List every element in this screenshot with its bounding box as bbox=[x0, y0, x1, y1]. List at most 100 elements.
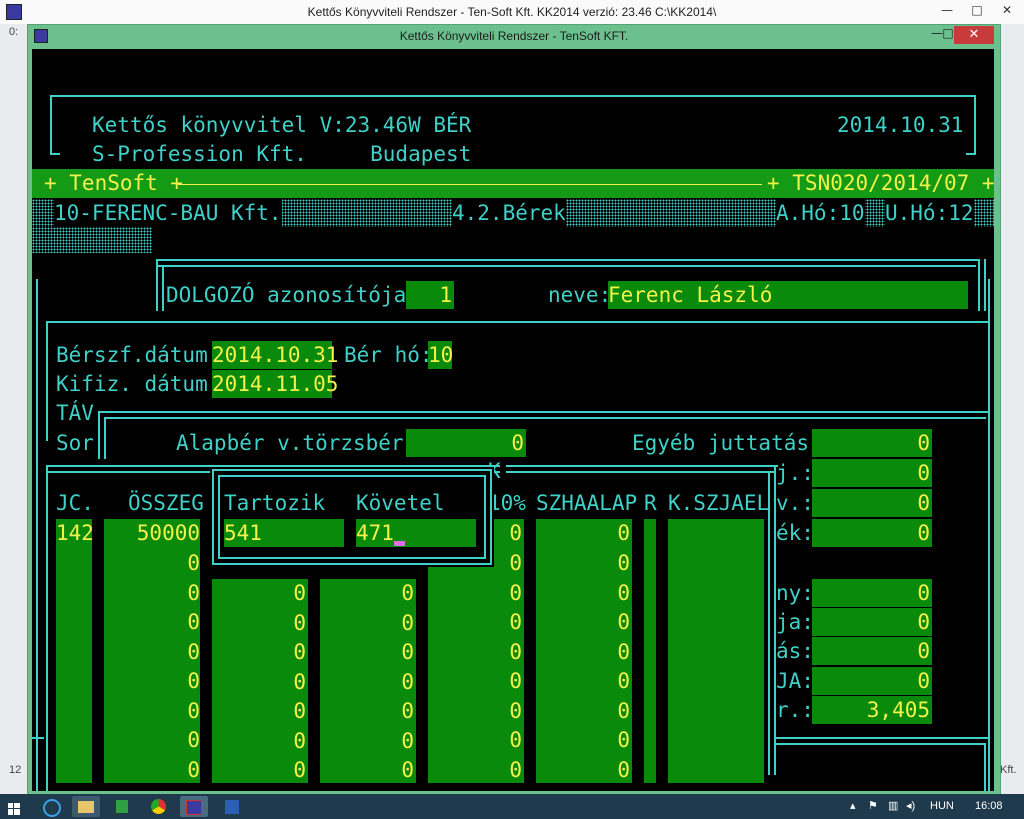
tartozik-cell: 0 bbox=[293, 699, 306, 723]
maximize-button[interactable]: □ bbox=[962, 0, 992, 22]
status-company: 10-FERENC-BAU Kft. bbox=[54, 199, 282, 227]
osszeg-cell: 0 bbox=[187, 551, 200, 575]
szhaalap-cell: 0 bbox=[617, 551, 630, 575]
app-icon-taskbar bbox=[186, 800, 202, 815]
col-header-jc: JC. bbox=[56, 491, 94, 515]
berszf-value: 2014.10.31 bbox=[212, 343, 339, 367]
app-icon[interactable] bbox=[6, 4, 22, 20]
col-header-kszjael: K.SZJAEL bbox=[668, 491, 770, 515]
employee-name-value: Ferenc László bbox=[608, 283, 773, 307]
right-panel-value: 0 bbox=[917, 521, 930, 545]
pct-cell: 0 bbox=[509, 728, 522, 752]
berszf-label: Bérszf.dátum: bbox=[56, 343, 221, 367]
chrome-taskbar-button[interactable] bbox=[144, 796, 172, 817]
row1-szhaalap: 0 bbox=[617, 521, 630, 545]
col-jc[interactable] bbox=[56, 519, 92, 783]
col-header-osszeg: ÖSSZEG bbox=[128, 491, 204, 515]
employee-id-value: 1 bbox=[439, 283, 452, 307]
inner-window-title: Kettős Könyvviteli Rendszer - TenSoft KF… bbox=[399, 29, 629, 43]
outer-window-title: Kettős Könyvviteli Rendszer - Ten-Soft K… bbox=[0, 0, 1024, 24]
kovetel-cell: 0 bbox=[401, 728, 414, 753]
language-indicator[interactable]: HUN bbox=[930, 794, 954, 819]
osszeg-cell: 0 bbox=[187, 610, 200, 634]
osszeg-cell: 0 bbox=[187, 757, 200, 782]
store-taskbar-button[interactable] bbox=[108, 796, 136, 817]
pct-cell: 0 bbox=[509, 757, 522, 782]
osszeg-cell: 0 bbox=[187, 669, 200, 693]
windows-icon bbox=[8, 803, 20, 815]
minimize-button[interactable]: — bbox=[932, 0, 962, 22]
explorer-taskbar-button[interactable] bbox=[72, 796, 100, 817]
tray-arrow-icon[interactable]: ▴ bbox=[850, 794, 856, 819]
ie-taskbar-button[interactable] bbox=[38, 796, 66, 817]
close-button[interactable]: ✕ bbox=[992, 0, 1022, 22]
background-fragment-right: Kft. bbox=[1000, 764, 1017, 776]
tartozik-cell: 0 bbox=[293, 610, 306, 635]
taskbar: ▴ ⚑ ▥ ◂) HUN 16:08 bbox=[0, 794, 1024, 819]
col-header-r: R bbox=[644, 491, 657, 515]
col-header-szhaalap: SZHAALAP bbox=[536, 491, 638, 515]
kovetel-cell: 0 bbox=[401, 610, 414, 635]
kovetel-value: 471 bbox=[356, 521, 394, 545]
right-panel-label: ny: bbox=[776, 581, 814, 605]
kovetel-cell: 0 bbox=[401, 669, 414, 694]
tartozik-cell: 0 bbox=[293, 669, 306, 694]
row1-jc: 142 bbox=[56, 521, 94, 545]
alapber-label: Alapbér v.törzsbér: bbox=[176, 431, 417, 455]
header-date: 2014.10.31 bbox=[837, 113, 964, 137]
tartozik-value: 541 bbox=[224, 521, 262, 545]
right-panel-label: j.: bbox=[776, 461, 814, 485]
tav-label: TÁV bbox=[56, 401, 94, 425]
kovetel-cell: 0 bbox=[401, 699, 414, 723]
row1-osszeg: 50000 bbox=[136, 521, 200, 545]
szhaalap-cell: 0 bbox=[617, 757, 630, 782]
background-fragment-bottom: 12 bbox=[9, 764, 22, 776]
right-panel-label: ás: bbox=[776, 639, 814, 663]
ie-icon bbox=[43, 799, 61, 817]
right-panel-label: ja: bbox=[776, 610, 814, 634]
start-button[interactable] bbox=[8, 800, 20, 815]
store-icon bbox=[116, 800, 128, 813]
right-panel-label: r.: bbox=[776, 698, 814, 722]
szhaalap-cell: 0 bbox=[617, 669, 630, 693]
berho-label: Bér hó: bbox=[344, 343, 433, 367]
employee-name-label: neve: bbox=[548, 283, 612, 307]
tartozik-cell: 0 bbox=[293, 640, 306, 664]
kk2014-taskbar-button[interactable] bbox=[180, 796, 208, 817]
sor-label: Sor bbox=[56, 431, 94, 455]
tartozik-cell: 0 bbox=[293, 581, 306, 605]
szhaalap-cell: 0 bbox=[617, 728, 630, 752]
col-kszjael[interactable] bbox=[668, 519, 764, 783]
kovetel-label: Követel bbox=[356, 491, 445, 515]
inner-window: Kettős Könyvviteli Rendszer - TenSoft KF… bbox=[27, 24, 1001, 796]
word-taskbar-button[interactable] bbox=[218, 796, 246, 817]
col-r[interactable] bbox=[644, 519, 656, 783]
berho-value: 10 bbox=[428, 343, 454, 367]
network-icon[interactable]: ▥ bbox=[888, 794, 898, 819]
szhaalap-cell: 0 bbox=[617, 698, 630, 723]
pct-cell: 0 bbox=[509, 580, 522, 605]
brand-bar-left: + TenSoft + bbox=[44, 171, 184, 195]
flag-icon[interactable]: ⚑ bbox=[868, 794, 878, 819]
osszeg-cell: 0 bbox=[187, 580, 200, 605]
kovetel-cell: 0 bbox=[401, 581, 414, 605]
product-title: Kettős könyvvitel V:23.46W BÉR bbox=[92, 113, 472, 137]
kovetel-cell: 0 bbox=[401, 640, 414, 664]
szhaalap-cell: 0 bbox=[617, 639, 630, 664]
tartozik-cell: 0 bbox=[293, 728, 306, 753]
right-panel-value: 0 bbox=[917, 639, 930, 663]
right-panel-value: 3,405 bbox=[866, 698, 930, 722]
pct-cell: 0 bbox=[509, 698, 522, 723]
clock[interactable]: 16:08 bbox=[975, 794, 1003, 819]
brand-bar-right: + TSN020/2014/07 + bbox=[767, 171, 994, 195]
inner-close-button[interactable]: ✕ bbox=[954, 26, 994, 44]
osszeg-cell: 0 bbox=[187, 639, 200, 664]
tartozik-cell: 0 bbox=[293, 758, 306, 782]
volume-icon[interactable]: ◂) bbox=[906, 794, 915, 819]
egyeb-value: 0 bbox=[917, 431, 930, 455]
szhaalap-cell: 0 bbox=[617, 580, 630, 605]
console-screen: Kettős könyvvitel V:23.46W BÉR 2014.10.3… bbox=[32, 49, 994, 791]
pct-cell: 0 bbox=[509, 610, 522, 634]
alapber-value: 0 bbox=[511, 431, 524, 455]
osszeg-cell: 0 bbox=[187, 728, 200, 752]
